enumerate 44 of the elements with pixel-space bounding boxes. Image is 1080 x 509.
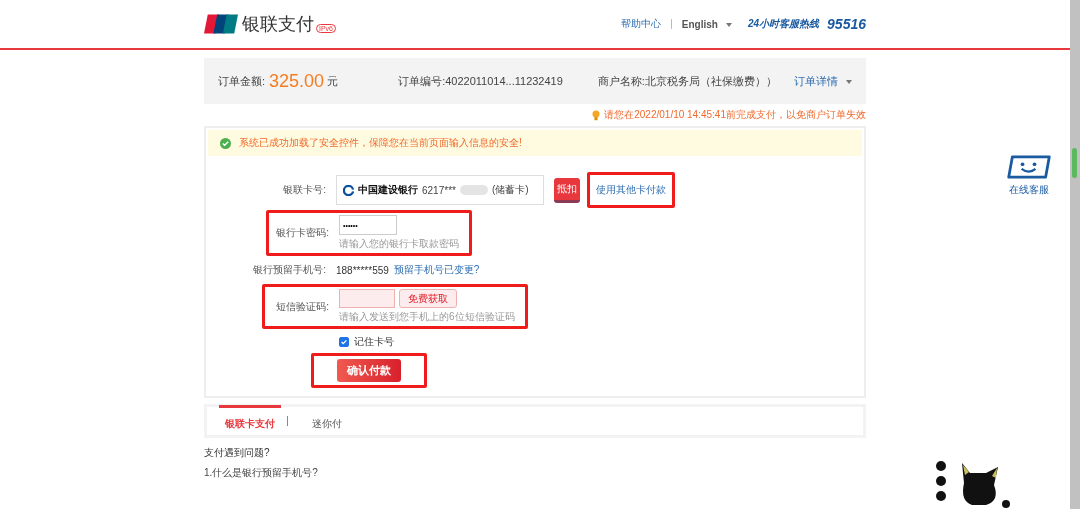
order-number: 订单编号:4022011014...11232419: [398, 73, 563, 89]
field-hint: 请输入您的银行卡取款密码: [339, 237, 459, 251]
get-code-button[interactable]: 免费获取: [399, 289, 457, 308]
scrollbar[interactable]: [1070, 0, 1080, 509]
bank-logo-icon: [343, 184, 354, 196]
currency-label: 元: [327, 73, 339, 89]
field-label: 银行预留手机号:: [252, 263, 327, 277]
faq-question: 1.什么是银行预留手机号?: [204, 466, 319, 480]
card-type: (储蓄卡): [491, 183, 529, 197]
field-label: 银行卡密码:: [275, 226, 330, 240]
card-number: 6217***: [422, 184, 456, 196]
checkbox-label: 记住卡号: [354, 335, 394, 349]
amount-label: 订单金额:: [218, 73, 266, 89]
hotline-label: 24小时客服热线: [747, 17, 820, 31]
order-details-link[interactable]: 订单详情: [794, 73, 852, 89]
header-link[interactable]: 帮助中心: [620, 17, 661, 31]
unionpay-logo-icon: [204, 13, 238, 35]
merchant-name: 商户名称:北京税务局（社保缴费））: [597, 73, 777, 89]
header-link[interactable]: English: [681, 18, 732, 30]
field-hint: 请输入发送到您手机上的6位短信验证码: [339, 310, 515, 324]
confirm-payment-button[interactable]: 确认付款: [337, 359, 401, 382]
lightbulb-icon: [592, 109, 601, 121]
discount-tag: 抵扣: [554, 177, 580, 203]
phone-number: 188*****559: [336, 264, 389, 276]
blurred-digits: [459, 185, 488, 195]
hotline-number: 95516: [827, 16, 866, 32]
phone-changed-link[interactable]: 预留手机号已变更?: [393, 263, 480, 277]
remember-checkbox[interactable]: [339, 337, 349, 347]
faq-title: 支付遇到问题?: [204, 446, 271, 460]
brand-name: 银联支付: [242, 13, 314, 36]
tab[interactable]: 银联卡支付: [219, 404, 281, 435]
field-label: 银联卡号:: [282, 183, 327, 197]
other-card-link[interactable]: 使用其他卡付款: [596, 184, 666, 195]
check-circle-icon: [220, 137, 231, 149]
field-label: 短信验证码:: [275, 299, 330, 314]
sms-code-field[interactable]: [339, 289, 395, 308]
tab[interactable]: 迷你付: [306, 404, 348, 435]
security-notice-text: 系统已成功加载了安全控件，保障您在当前页面输入信息的安全!: [239, 136, 522, 150]
chat-face-icon[interactable]: [1006, 155, 1052, 179]
deadline-notice: 请您在2022/01/10 14:45:41前完成支付，以免商户订单失效: [604, 108, 866, 122]
bank-name: 中国建设银行: [358, 183, 418, 197]
order-amount: 325.00: [269, 70, 325, 92]
online-service-label[interactable]: 在线客服: [1009, 183, 1049, 197]
bank-card-select[interactable]: 中国建设银行 6217*** (储蓄卡): [336, 175, 544, 205]
